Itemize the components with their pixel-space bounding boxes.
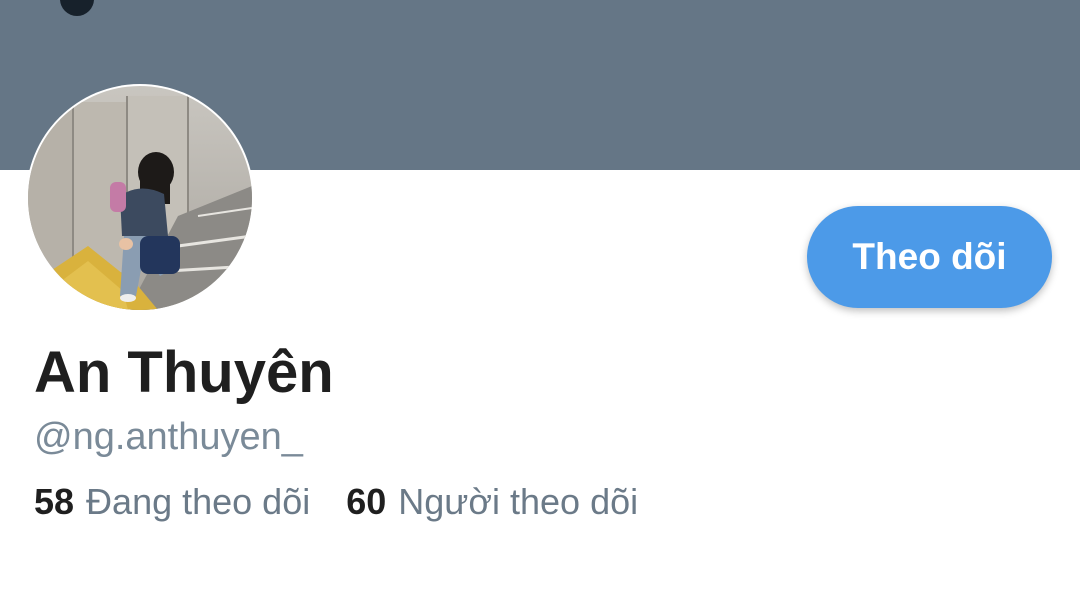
followers-label: Người theo dõi: [398, 481, 639, 522]
follow-button[interactable]: Theo dõi: [807, 206, 1052, 308]
back-icon[interactable]: [60, 0, 94, 16]
followers-count: 60: [346, 481, 387, 522]
display-name: An Thuyên: [34, 340, 334, 405]
following-stat[interactable]: 58 Đang theo dõi: [34, 478, 310, 526]
avatar-photo: [28, 86, 252, 310]
followers-stat[interactable]: 60 Người theo dõi: [346, 478, 638, 526]
profile-stats: 58 Đang theo dõi 60 Người theo dõi: [34, 478, 674, 526]
following-count: 58: [34, 481, 75, 522]
avatar[interactable]: [26, 84, 254, 312]
following-label: Đang theo dõi: [86, 481, 311, 522]
username-handle: @ng.anthuyen_: [34, 416, 303, 458]
